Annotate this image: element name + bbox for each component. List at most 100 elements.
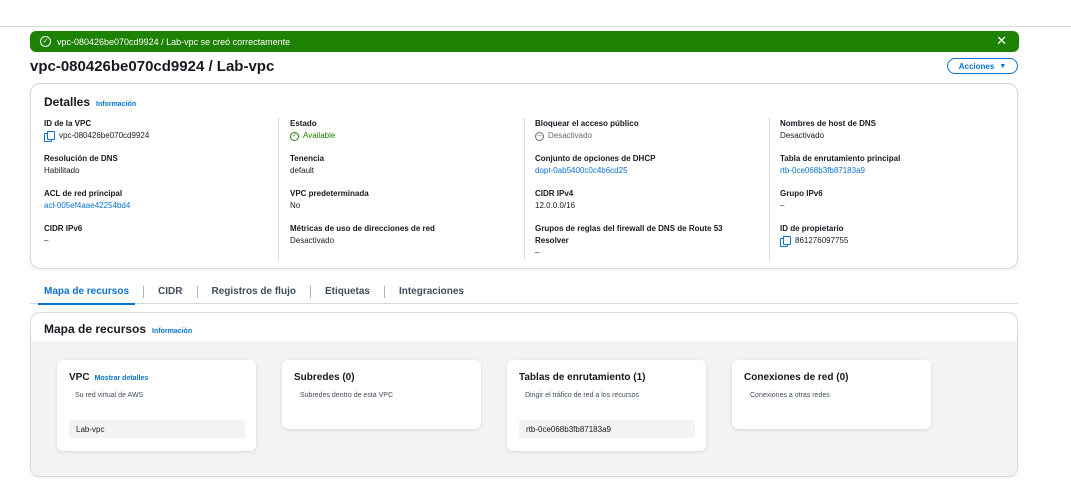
field-label: VPC predeterminada bbox=[290, 189, 369, 198]
field-tenancy: Tenencia default bbox=[290, 153, 520, 177]
divider bbox=[769, 118, 770, 260]
field-value: – Desactivado bbox=[535, 130, 765, 142]
success-flashbar: ✓ vpc-080426be070cd9924 / Lab-vpc se cre… bbox=[30, 31, 1019, 52]
field-label: ID de la VPC bbox=[44, 119, 92, 128]
field-label: Grupos de reglas del firewall de DNS de … bbox=[535, 224, 723, 233]
main-acl-link[interactable]: acl-005ef4aae42254bd4 bbox=[44, 200, 274, 212]
show-details-link[interactable]: Mostrar detalles bbox=[95, 375, 149, 382]
field-value: 12.0.0.0/16 bbox=[535, 201, 576, 210]
field-label: Bloquear el acceso público bbox=[535, 119, 639, 128]
block-public-access-value: Desactivado bbox=[548, 131, 593, 140]
field-dns-resolution: Resolución de DNS Habilitado bbox=[44, 153, 274, 177]
route-table-chip[interactable]: rtb-0ce068b3fb87183a9 bbox=[519, 420, 695, 438]
field-label: Resolución de DNS bbox=[44, 154, 118, 163]
field-vpc-id: ID de la VPC vpc-080426be070cd9924 bbox=[44, 118, 274, 142]
resource-card-title: Subredes (0) bbox=[294, 372, 355, 383]
vpc-id-value: vpc-080426be070cd9924 bbox=[59, 131, 150, 140]
close-icon[interactable]: ✕ bbox=[996, 34, 1007, 48]
field-ipv6-pool: Grupo IPv6 – bbox=[780, 188, 1010, 212]
vpc-chip[interactable]: Lab-vpc bbox=[69, 420, 245, 438]
tab-resource-map[interactable]: Mapa de recursos bbox=[30, 280, 143, 305]
tab-integrations[interactable]: Integraciones bbox=[385, 280, 478, 304]
tab-flow-logs[interactable]: Registros de flujo bbox=[198, 280, 310, 304]
field-value: vpc-080426be070cd9924 bbox=[44, 130, 274, 142]
owner-id-value: 861276097755 bbox=[795, 236, 849, 245]
vpc-card-title: VPC bbox=[69, 372, 90, 383]
field-value: Habilitado bbox=[44, 166, 80, 175]
field-dns-firewall-rule-groups: Grupos de reglas del firewall de DNS de … bbox=[535, 223, 765, 259]
check-circle-icon: ✓ bbox=[40, 36, 51, 47]
main-route-table-link[interactable]: rtb-0ce068b3fb87183a9 bbox=[780, 165, 1010, 177]
field-value: Desactivado bbox=[290, 236, 335, 245]
field-label: Tabla de enrutamiento principal bbox=[780, 154, 901, 163]
field-dhcp-options: Conjunto de opciones de DHCP dopt-0ab540… bbox=[535, 153, 765, 177]
field-value: No bbox=[290, 201, 301, 210]
details-info-link[interactable]: Información bbox=[96, 101, 136, 108]
actions-button[interactable]: Acciones ▼ bbox=[947, 58, 1018, 74]
resource-card-title: VPC Mostrar detalles bbox=[69, 372, 148, 383]
resource-map-info-link[interactable]: Información bbox=[152, 328, 192, 335]
field-ipv6-cidr: CIDR IPv6 – bbox=[44, 223, 274, 247]
field-owner-id: ID de propietario 861276097755 bbox=[780, 223, 1010, 247]
copy-icon[interactable] bbox=[780, 236, 791, 247]
resource-card-subtitle: Subredes dentro de esta VPC bbox=[300, 392, 394, 399]
field-main-acl: ACL de red principal acl-005ef4aae42254b… bbox=[44, 188, 274, 212]
state-value: Available bbox=[303, 131, 336, 140]
divider bbox=[278, 118, 279, 260]
details-card: Detalles Información ID de la VPC vpc-08… bbox=[30, 83, 1018, 269]
dhcp-options-link[interactable]: dopt-0ab5400c0c4b6cd25 bbox=[535, 165, 765, 177]
status-available-icon: ✓ bbox=[290, 131, 299, 141]
resource-map-card: Mapa de recursos Información VPC Mostrar… bbox=[30, 312, 1018, 477]
field-value: default bbox=[290, 166, 315, 175]
resource-card-network-connections: Conexiones de red (0) Conexiones a otras… bbox=[732, 360, 931, 429]
field-label: Métricas de uso de direcciones de red bbox=[290, 224, 435, 233]
copy-icon[interactable] bbox=[44, 131, 55, 142]
field-label: Tenencia bbox=[290, 154, 325, 163]
tab-bar: Mapa de recursos CIDR Registros de flujo… bbox=[30, 280, 1018, 305]
caret-down-icon: ▼ bbox=[999, 62, 1007, 70]
field-default-vpc: VPC predeterminada No bbox=[290, 188, 520, 212]
field-value: ✓ Available bbox=[290, 130, 520, 142]
status-disabled-icon: – bbox=[535, 131, 544, 141]
field-label: CIDR IPv4 bbox=[535, 189, 574, 198]
field-dns-hostnames: Nombres de host de DNS Desactivado bbox=[780, 118, 1010, 142]
field-label: ACL de red principal bbox=[44, 189, 123, 198]
field-label: Resolver bbox=[535, 236, 569, 245]
resource-card-title: Tablas de enrutamiento (1) bbox=[519, 372, 646, 383]
field-value: Desactivado bbox=[780, 131, 825, 140]
flash-message: vpc-080426be070cd9924 / Lab-vpc se creó … bbox=[57, 36, 291, 47]
resource-card-title: Conexiones de red (0) bbox=[744, 372, 848, 383]
field-state: Estado ✓ Available bbox=[290, 118, 520, 142]
field-label: Grupo IPv6 bbox=[780, 189, 823, 198]
field-main-route-table: Tabla de enrutamiento principal rtb-0ce0… bbox=[780, 153, 1010, 177]
resource-card-route-tables: Tablas de enrutamiento (1) Dirigir el tr… bbox=[507, 360, 706, 451]
field-ipv4-cidr: CIDR IPv4 12.0.0.0/16 bbox=[535, 188, 765, 212]
resource-card-subtitle: Su red virtual de AWS bbox=[75, 392, 144, 399]
resource-card-subnets: Subredes (0) Subredes dentro de esta VPC bbox=[282, 360, 481, 429]
field-label: Conjunto de opciones de DHCP bbox=[535, 154, 656, 163]
divider bbox=[524, 118, 525, 260]
field-label: Nombres de host de DNS bbox=[780, 119, 877, 128]
resource-map-title: Mapa de recursos bbox=[44, 322, 147, 336]
tab-cidr[interactable]: CIDR bbox=[144, 280, 196, 304]
details-title: Detalles bbox=[44, 95, 91, 109]
resource-card-subtitle: Conexiones a otras redes bbox=[750, 392, 830, 399]
field-value: – bbox=[44, 236, 49, 245]
resource-card-subtitle: Dirigir el tráfico de red a los recursos bbox=[525, 392, 639, 399]
route-tables-card-title: Tablas de enrutamiento (1) bbox=[519, 372, 646, 383]
actions-button-label: Acciones bbox=[958, 61, 995, 71]
resource-map-canvas: VPC Mostrar detalles Su red virtual de A… bbox=[31, 341, 1017, 476]
field-label: ID de propietario bbox=[780, 224, 844, 233]
field-label: Estado bbox=[290, 119, 317, 128]
page-title: vpc-080426be070cd9924 / Lab-vpc bbox=[30, 58, 275, 75]
field-value: 861276097755 bbox=[780, 235, 1010, 247]
subnets-card-title: Subredes (0) bbox=[294, 372, 355, 383]
field-value: – bbox=[780, 201, 785, 210]
field-block-public-access: Bloquear el acceso público – Desactivado bbox=[535, 118, 765, 142]
resource-card-vpc: VPC Mostrar detalles Su red virtual de A… bbox=[57, 360, 256, 451]
top-bar bbox=[0, 0, 1071, 27]
tab-tags[interactable]: Etiquetas bbox=[311, 280, 384, 304]
resource-map-header: Mapa de recursos Información bbox=[44, 322, 192, 336]
field-label: CIDR IPv6 bbox=[44, 224, 83, 233]
field-network-metrics: Métricas de uso de direcciones de red De… bbox=[290, 223, 520, 247]
